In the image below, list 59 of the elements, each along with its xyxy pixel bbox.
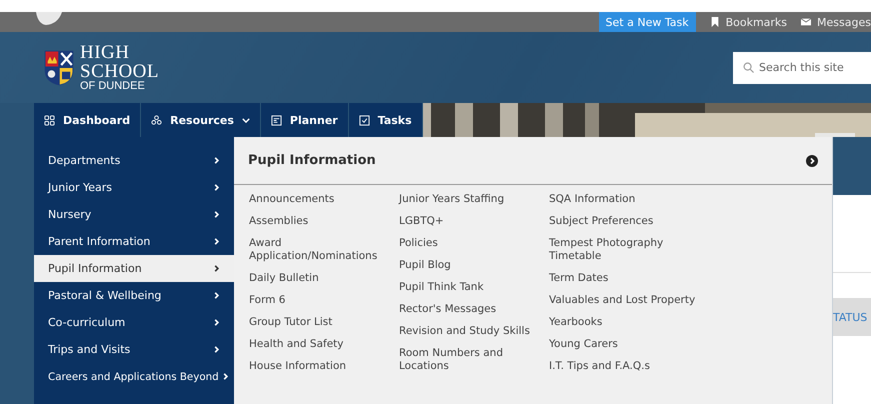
arrow-circle-icon[interactable]	[806, 154, 818, 166]
top-link[interactable]: Bookmarks	[710, 16, 788, 28]
panel-link[interactable]: Group Tutor List	[249, 316, 399, 329]
panel-link[interactable]: Yearbooks	[549, 316, 699, 329]
panel-link[interactable]: I.T. Tips and F.A.Q.s	[549, 360, 699, 373]
panel-link[interactable]: Term Dates	[549, 272, 699, 285]
side-menu-item[interactable]: Nursery	[34, 201, 234, 228]
side-menu-item[interactable]: Careers and Applications Beyond	[34, 363, 234, 390]
side-menu-item[interactable]: Departments	[34, 147, 234, 174]
panel-link[interactable]: Valuables and Lost Property	[549, 294, 699, 307]
side-menu-item[interactable]: Pupil Information	[34, 255, 234, 282]
panel-link[interactable]: Health and Safety	[249, 338, 399, 351]
checkbox-icon	[358, 114, 370, 126]
panel-link[interactable]: Room Numbers and Locations	[399, 347, 549, 373]
search-field[interactable]: Search this site	[733, 52, 871, 84]
mail-icon	[801, 17, 812, 27]
chevron-right-icon	[214, 156, 220, 165]
chevron-right-icon	[214, 264, 220, 273]
bookmark-icon	[710, 17, 720, 27]
panel-link[interactable]: House Information	[249, 360, 399, 373]
side-menu-item[interactable]: Trips and Visits	[34, 336, 234, 363]
chevron-right-icon	[222, 372, 229, 381]
chevron-right-icon	[214, 318, 220, 327]
chevron-down-icon	[242, 118, 250, 122]
side-menu-item[interactable]: Pastoral & Wellbeing	[34, 282, 234, 309]
panel-link[interactable]: Young Carers	[549, 338, 699, 351]
logo-text: HIGH	[80, 43, 130, 62]
side-menu-item[interactable]: Co-curriculum	[34, 309, 234, 336]
panel-link[interactable]: Rector's Messages	[399, 303, 549, 316]
logo-text: SCHOOL	[80, 62, 160, 81]
search-icon	[743, 62, 754, 72]
side-menu-item[interactable]: Junior Years	[34, 174, 234, 201]
panel-link[interactable]: Revision and Study Skills	[399, 325, 549, 338]
logo-text: OF DUNDEE	[80, 81, 146, 92]
panel-link[interactable]: Pupil Think Tank	[399, 281, 549, 294]
panel-link[interactable]: Assemblies	[249, 215, 399, 228]
panel-link[interactable]: Policies	[399, 237, 549, 250]
panel-link[interactable]: Subject Preferences	[549, 215, 699, 228]
side-menu-item[interactable]: Parent Information	[34, 228, 234, 255]
people-icon	[151, 114, 162, 126]
grid-icon	[44, 114, 55, 126]
panel-link[interactable]: Form 6	[249, 294, 399, 307]
panel-link[interactable]: LGBTQ+	[399, 215, 549, 228]
chevron-right-icon	[214, 210, 220, 219]
panel-title: Pupil Information	[248, 153, 376, 168]
chevron-right-icon	[214, 237, 220, 246]
chevron-right-icon	[214, 345, 220, 354]
panel-link[interactable]: Tempest Photography Timetable	[549, 237, 699, 263]
top-link[interactable]: Messages	[801, 16, 871, 28]
panel-link[interactable]: Pupil Blog	[399, 259, 549, 272]
panel-link[interactable]: Announcements	[249, 193, 399, 206]
panel-link[interactable]: SQA Information	[549, 193, 699, 206]
panel-link[interactable]: Award Application/Nominations	[249, 237, 399, 263]
panel-link[interactable]: Daily Bulletin	[249, 272, 399, 285]
panel-link[interactable]: Junior Years Staffing	[399, 193, 549, 206]
crest-icon	[44, 48, 74, 86]
chevron-right-icon	[214, 291, 220, 300]
chevron-right-icon	[214, 183, 220, 192]
planner-icon	[270, 114, 282, 126]
